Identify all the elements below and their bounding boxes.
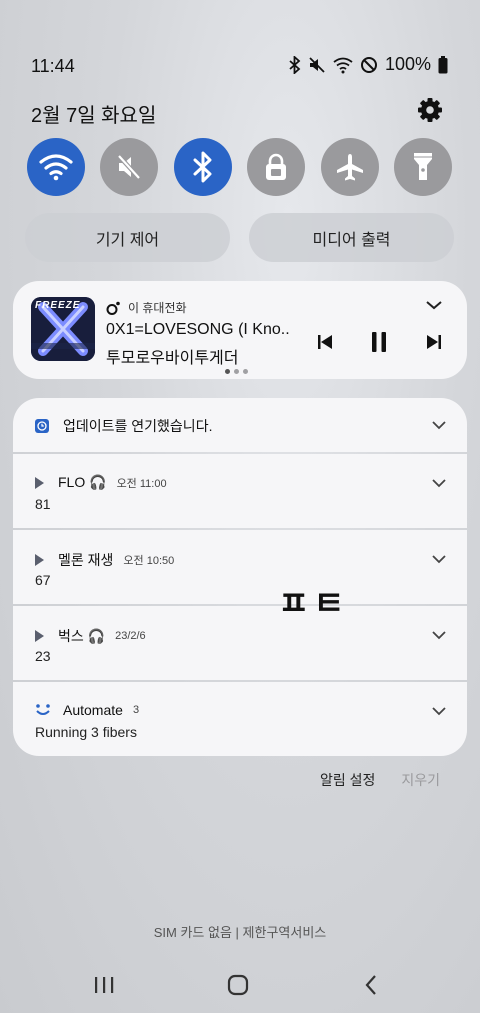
notification-settings-button[interactable]: 알림 설정 (320, 770, 375, 790)
album-art-title: FREEZE (35, 300, 81, 311)
notification-title: 업데이트를 연기했습니다. (63, 418, 213, 434)
chevron-down-icon[interactable] (431, 420, 447, 430)
notification-time: 오전 11:00 (116, 477, 167, 490)
mute-icon (117, 154, 141, 180)
status-time: 11:44 (31, 56, 75, 76)
media-source-label: 이 휴대전화 (128, 301, 187, 315)
notification-actions: 알림 설정 지우기 (320, 770, 440, 790)
notification-app: 멜론 재생 (58, 552, 114, 568)
notification-body: 23 (35, 648, 51, 664)
battery-icon (438, 55, 448, 73)
sim-status: SIM 카드 없음 | 제한구역서비스 (153, 925, 327, 940)
notification-body: 67 (35, 572, 51, 588)
notification-time: 오전 10:50 (123, 555, 175, 567)
notification-app: FLO 🎧 (58, 474, 107, 490)
media-output-button[interactable]: 미디어 출력 (249, 213, 454, 262)
bluetooth-icon (193, 151, 212, 183)
chevron-down-icon[interactable] (431, 706, 447, 716)
airplane-icon (337, 154, 363, 181)
recent-apps-icon[interactable] (93, 976, 115, 994)
do-not-disturb-icon (360, 56, 377, 73)
notification-time: 23/2/6 (115, 630, 146, 642)
screen-lock-toggle[interactable] (247, 138, 305, 196)
album-art: FREEZE (31, 297, 95, 361)
sound-toggle[interactable] (100, 138, 158, 196)
clear-all-button[interactable]: 지우기 (401, 770, 440, 790)
notification-melon[interactable]: 멜론 재생 오전 10:50 67 (13, 530, 467, 604)
notification-automate[interactable]: Automate 3 Running 3 fibers (13, 682, 467, 756)
flashlight-toggle[interactable] (394, 138, 452, 196)
page-dot (234, 369, 239, 374)
notification-app: Automate (63, 702, 123, 718)
media-page-indicator (225, 369, 248, 374)
music-app-icon (106, 301, 120, 315)
gear-icon[interactable] (416, 96, 444, 124)
chevron-down-icon[interactable] (431, 478, 447, 488)
overlay-text: ㅍㅌ (278, 585, 349, 623)
lock-icon (266, 153, 286, 180)
wifi-icon (333, 57, 353, 73)
play-icon (35, 630, 44, 642)
navigation-bar (0, 972, 480, 998)
airplane-toggle[interactable] (321, 138, 379, 196)
wifi-toggle[interactable] (27, 138, 85, 196)
notification-body: Running 3 fibers (35, 724, 137, 740)
media-artist: 투모로우바이투게더 (106, 350, 239, 367)
chevron-down-icon[interactable] (425, 299, 443, 311)
bluetooth-toggle[interactable] (174, 138, 232, 196)
notification-app: 벅스 🎧 (58, 628, 106, 644)
notification-flo[interactable]: FLO 🎧 오전 11:00 81 (13, 454, 467, 528)
automate-icon (36, 704, 50, 715)
notification-count: 3 (132, 704, 140, 716)
page-dot (243, 369, 248, 374)
chevron-down-icon[interactable] (431, 554, 447, 564)
date-label: 2월 7일 화요일 (31, 105, 157, 127)
media-title: 0X1=LOVESONG (I Kno... (106, 321, 291, 338)
home-icon[interactable] (227, 974, 249, 996)
notification-bugs[interactable]: 벅스 🎧 23/2/6 23 (13, 606, 467, 680)
battery-percent: 100% (384, 54, 431, 74)
pause-icon[interactable] (370, 331, 388, 353)
device-control-button[interactable]: 기기 제어 (25, 213, 230, 262)
bluetooth-icon (289, 55, 301, 74)
next-track-icon[interactable] (426, 333, 442, 351)
notification-update-deferred[interactable]: 업데이트를 연기했습니다. (13, 398, 467, 452)
page-dot-active (225, 369, 230, 374)
status-icons: 100% (289, 54, 448, 75)
media-player-card[interactable]: FREEZE 이 휴대전화 0X1=LOVESONG (I Kno... 투모로… (13, 281, 467, 379)
play-icon (35, 476, 44, 489)
notification-body: 81 (35, 496, 51, 512)
back-icon[interactable] (364, 974, 378, 996)
previous-track-icon[interactable] (317, 333, 333, 351)
chevron-down-icon[interactable] (431, 630, 447, 640)
flashlight-icon (414, 153, 432, 180)
media-source: 이 휴대전화 (106, 299, 187, 316)
update-clock-icon (35, 419, 49, 433)
mute-icon (309, 56, 325, 73)
play-icon (35, 554, 44, 566)
wifi-icon (39, 154, 73, 181)
